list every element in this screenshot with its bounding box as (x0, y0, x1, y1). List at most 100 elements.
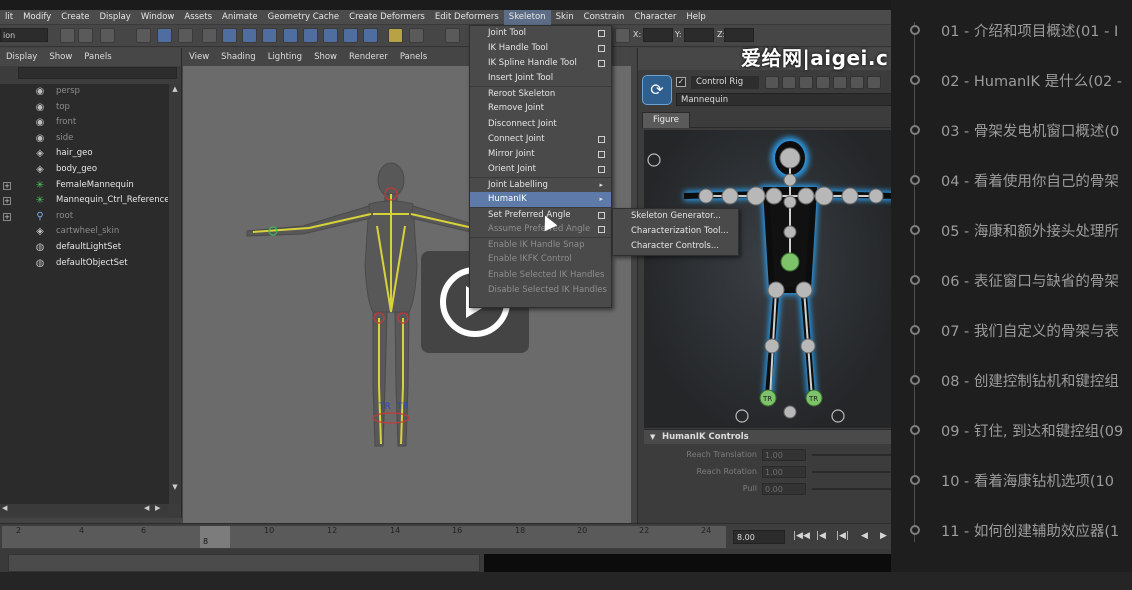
playlist-item[interactable]: 10 - 看着海康钻机选项(10 (906, 468, 1132, 492)
step-back-key-icon[interactable]: |◀ (816, 531, 826, 541)
snap-toggle-icon[interactable] (202, 28, 217, 43)
reach-rotation-slider[interactable] (812, 471, 891, 473)
snap-grid-icon[interactable] (222, 28, 237, 43)
menu-display[interactable]: Display (94, 10, 135, 25)
play-backward-icon[interactable]: ◀ (861, 531, 868, 541)
mode-selector[interactable]: ion (0, 28, 48, 42)
y-field[interactable] (684, 28, 714, 42)
playlist-item[interactable]: 11 - 如何创建辅助效应器(1 (906, 518, 1132, 542)
playlist-item[interactable]: 06 - 表征窗口与缺省的骨架 (906, 268, 1132, 292)
pull-slider[interactable] (812, 488, 891, 490)
menu-item-connect-joint[interactable]: Connect Joint (470, 132, 611, 147)
play-forward-icon[interactable]: ▶ (880, 531, 887, 541)
tab-figure[interactable]: Figure (642, 112, 690, 128)
outliner-item[interactable]: ◉ top (0, 100, 168, 116)
select-component-icon[interactable] (178, 28, 193, 43)
outliner-item[interactable]: ◉ side (0, 131, 168, 147)
playlist-item[interactable]: 05 - 海康和额外接头处理所 (906, 218, 1132, 242)
expand-icon[interactable]: + (3, 181, 11, 190)
pin-icon[interactable] (816, 75, 830, 89)
menu-item-disable-selected-ik-handles[interactable]: Disable Selected IK Handles (470, 283, 611, 298)
control-rig-checkbox[interactable]: ✓ (676, 77, 686, 87)
playlist-item[interactable]: 01 - 介绍和项目概述(01 - I (906, 18, 1132, 42)
menu-character[interactable]: Character (629, 10, 681, 25)
full-body-icon[interactable] (765, 75, 779, 89)
make-live-icon[interactable] (303, 28, 318, 43)
option-box-icon[interactable] (598, 45, 605, 53)
menu-item-mirror-joint[interactable]: Mirror Joint (470, 147, 611, 162)
playlist-item[interactable]: 08 - 创建控制钻机和键控组 (906, 368, 1132, 392)
keying-icon[interactable] (867, 75, 881, 89)
humanik-controls-header[interactable]: ▼ HumanIK Controls (644, 429, 891, 444)
viewport-menu-shading[interactable]: Shading (215, 52, 262, 62)
outliner-menu-show[interactable]: Show (43, 52, 78, 62)
menu-item-reroot-skeleton[interactable]: Reroot Skeleton (470, 86, 611, 101)
open-scene-icon[interactable] (78, 28, 93, 43)
menu-item-enable-ikfk-control[interactable]: Enable IKFK Control (470, 252, 611, 267)
menu-item-joint-tool[interactable]: Joint Tool (470, 26, 611, 41)
time-slider-track[interactable]: 2 4 6 8 10 12 14 16 18 20 22 24 8 (2, 526, 726, 548)
playlist-item[interactable]: 02 - HumanIK 是什么(02 - (906, 68, 1132, 92)
menu-item-enable-ik-handle-snap[interactable]: Enable IK Handle Snap (470, 237, 611, 252)
menu-constrain[interactable]: Constrain (579, 10, 630, 25)
menu-window[interactable]: Window (136, 10, 180, 25)
time-slider[interactable]: 2 4 6 8 10 12 14 16 18 20 22 24 8 8.00 |… (0, 523, 891, 549)
history-icon[interactable] (323, 28, 338, 43)
viewport-menu-panels[interactable]: Panels (394, 52, 433, 62)
outliner-menu-display[interactable]: Display (0, 52, 43, 62)
option-box-icon[interactable] (598, 212, 605, 220)
menu-assets[interactable]: Assets (179, 10, 217, 25)
transform-mode-icon[interactable] (615, 28, 630, 43)
render-icon[interactable] (343, 28, 358, 43)
viewport-menu-renderer[interactable]: Renderer (343, 52, 394, 62)
select-object-icon[interactable] (157, 28, 172, 43)
option-box-icon[interactable] (598, 30, 605, 37)
option-box-icon[interactable] (598, 135, 605, 143)
playlist-item[interactable]: 04 - 看着使用你自己的骨架 (906, 168, 1132, 192)
outliner-item[interactable]: + ✳ FemaleMannequin (0, 178, 168, 194)
menu-lit[interactable]: lit (0, 10, 18, 25)
option-box-icon[interactable] (598, 165, 605, 173)
outliner-menu-panels[interactable]: Panels (78, 52, 117, 62)
current-frame-field[interactable]: 8.00 (733, 530, 785, 544)
humanik-logo-icon[interactable]: ⟳ (642, 75, 672, 105)
menu-item-humanik[interactable]: HumanIK ▸ (470, 192, 611, 208)
snap-view-plane-icon[interactable] (283, 28, 298, 43)
menu-help[interactable]: Help (681, 10, 710, 25)
select-hierarchy-icon[interactable] (136, 28, 151, 43)
menu-item-skeleton-generator[interactable]: Skeleton Generator... (613, 209, 738, 224)
body-part-icon[interactable] (782, 75, 796, 89)
scroll-left-icon[interactable]: ◀ (2, 504, 7, 512)
range-slider-bar[interactable] (8, 554, 480, 572)
option-box-icon[interactable] (598, 150, 605, 158)
x-field[interactable] (643, 28, 673, 42)
playlist-item[interactable]: 09 - 钉住, 到达和键控组(09 (906, 418, 1132, 442)
outliner-item[interactable]: ◍ defaultObjectSet (0, 256, 168, 272)
outliner-item[interactable]: ◈ body_geo (0, 162, 168, 178)
menu-animate[interactable]: Animate (217, 10, 263, 25)
menu-item-characterization-tool[interactable]: Characterization Tool... (613, 224, 738, 239)
scroll-up-icon[interactable]: ▲ (169, 84, 181, 94)
selection-icon[interactable] (799, 75, 813, 89)
help-icon[interactable] (363, 28, 378, 43)
character-dropdown[interactable]: Mannequin (676, 93, 891, 106)
viewport-menu-view[interactable]: View (183, 52, 215, 62)
current-frame-marker[interactable]: 8 (200, 526, 230, 548)
snap-point-icon[interactable] (262, 28, 277, 43)
humanik-figure-view[interactable]: TR TR (644, 130, 891, 428)
scroll-left-end-icon[interactable]: ◀ (144, 504, 149, 512)
menu-item-ik-spline-handle-tool[interactable]: IK Spline Handle Tool (470, 56, 611, 71)
menu-skeleton[interactable]: Skeleton (503, 9, 551, 25)
outliner-horizontal-scrollbar[interactable]: ◀ ◀ ▶ (0, 504, 168, 514)
menu-item-remove-joint[interactable]: Remove Joint (470, 101, 611, 116)
source-dropdown[interactable]: Control Rig (691, 75, 759, 89)
menu-create[interactable]: Create (56, 10, 94, 25)
outliner-item[interactable]: + ✳ Mannequin_Ctrl_Reference (0, 193, 170, 209)
step-back-frame-icon[interactable]: |◀| (836, 531, 849, 541)
viewport-menu-lighting[interactable]: Lighting (262, 52, 308, 62)
snap-curve-icon[interactable] (242, 28, 257, 43)
outliner-item[interactable]: ◉ front (0, 115, 168, 131)
z-field[interactable] (724, 28, 754, 42)
reach-rotation-field[interactable]: 1.00 (762, 466, 806, 478)
expand-icon[interactable]: + (3, 197, 11, 206)
